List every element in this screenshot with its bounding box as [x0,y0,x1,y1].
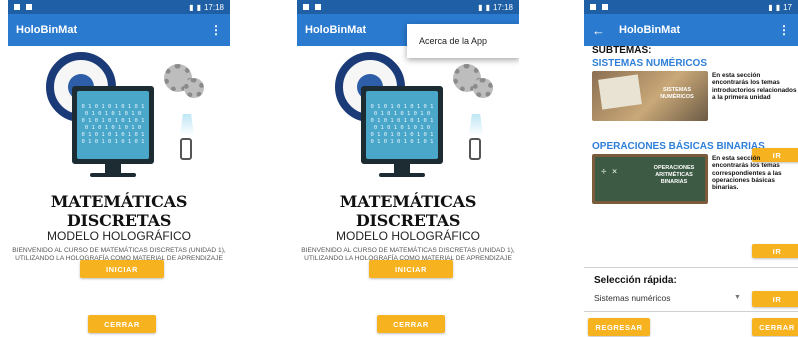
clock: 17 [783,2,792,12]
quick-select-title: Selección rápida: [594,275,677,286]
clock: 17:18 [203,2,224,12]
topic-card: SISTEMAS NUMÉRICOS En esta sección encon… [584,69,798,131]
battery-icon: ▮ [196,2,201,12]
paper-icon [598,74,642,110]
sub-heading: MODELO HOLOGRÁFICO [46,229,192,243]
app-title: HoloBinMat [619,24,681,36]
gear-icon [184,78,204,98]
battery-icon: ▮ [775,2,781,12]
chalkboard-icon: ÷ × [601,167,618,177]
signal-icon: ▮ [478,2,483,12]
app-bar: HoloBinMat ⋮ [8,14,230,46]
binary-line: 0 1 0 1 0 1 0 1 0 [84,111,142,117]
signal-icon: ▮ [189,2,194,12]
main-heading: MATEMÁTICAS DISCRETAS [50,192,188,230]
notification-icon [303,4,309,10]
binary-line: 0 1 0 1 0 1 0 1 0 [373,111,431,117]
monitor-stand [394,164,410,173]
status-bar: ▮ ▮ 17 [584,0,798,14]
signal-icon: ▮ [768,2,773,12]
binary-line: 0 1 0 1 0 1 0 1 0 1 [81,139,145,145]
topic-image: ÷ × OPERACIONES ARITMÉTICAS BINARIAS [592,154,708,204]
overflow-menu-icon[interactable]: ⋮ [210,23,222,37]
start-button[interactable]: INICIAR [369,260,453,278]
binary-line: 0 1 0 1 0 1 0 1 0 1 [370,104,434,110]
binary-line: 0 1 0 1 0 1 0 1 0 [84,125,142,131]
topic-card: ÷ × OPERACIONES ARITMÉTICAS BINARIAS En … [584,152,798,214]
binary-screen: 0 1 0 1 0 1 0 1 0 1 0 1 0 1 0 1 0 1 0 0 … [77,91,149,159]
status-bar: ▮ ▮ 17:18 [297,0,519,14]
close-button[interactable]: CERRAR [377,315,445,333]
close-button[interactable]: CERRAR [752,318,798,336]
hologram-beam [469,114,483,136]
notification-icon [26,4,32,10]
sub-heading: MODELO HOLOGRÁFICO [335,229,481,243]
binary-line: 0 1 0 1 0 1 0 1 0 1 [81,118,145,124]
back-button[interactable]: REGRESAR [588,318,650,336]
monitor-base [379,173,425,177]
status-bar: ▮ ▮ 17:18 [8,0,230,14]
overflow-menu: Acerca de la App [407,24,519,58]
gear-icon [473,78,493,98]
go-button[interactable]: IR [752,244,798,258]
topic-select[interactable]: Sistemas numéricos ▼ [594,293,744,303]
phone-icon [469,138,481,160]
topic-image: SISTEMAS NUMÉRICOS [592,71,708,121]
monitor-base [90,173,136,177]
notification-icon [602,4,608,10]
subtopics-heading: SUBTEMAS: [592,45,652,56]
divider [584,267,798,268]
topics-screen: ▮ ▮ 17 ← HoloBinMat ⋮ SUBTEMAS: SISTEMAS N… [584,0,798,337]
topic-description: En esta sección encontrarás los temas co… [712,155,782,192]
app-title: HoloBinMat [16,24,78,36]
home-screen: ▮ ▮ 17:18 HoloBinMat ⋮ 0 1 0 1 0 1 0 1 0 1… [8,0,230,337]
divider [584,311,798,312]
main-heading: MATEMÁTICAS DISCRETAS [339,192,477,230]
home-screen-menu-open: ▮ ▮ 17:18 HoloBinMat 0 1 0 1 0 1 0 1 0 1 0… [297,0,519,337]
battery-icon: ▮ [485,2,490,12]
monitor-stand [105,164,121,173]
quick-go-button[interactable]: IR [752,291,798,307]
app-logo: 0 1 0 1 0 1 0 1 0 1 0 1 0 1 0 1 0 1 0 0 … [8,46,230,191]
binary-line: 0 1 0 1 0 1 0 1 0 1 [370,139,434,145]
start-button[interactable]: INICIAR [80,260,164,278]
notification-icon [315,4,321,10]
binary-line: 0 1 0 1 0 1 0 1 0 1 [81,104,145,110]
about-menu-item[interactable]: Acerca de la App [419,36,519,46]
topic-description: En esta sección encontrarás los temas in… [712,72,797,101]
monitor-icon: 0 1 0 1 0 1 0 1 0 1 0 1 0 1 0 1 0 1 0 0 … [361,86,443,164]
hologram-beam [180,114,194,136]
binary-line: 0 1 0 1 0 1 0 1 0 1 [81,132,145,138]
dropdown-arrow-icon: ▼ [734,294,741,301]
topic-title: SISTEMAS NUMÉRICOS [592,58,708,69]
topic-image-label: OPERACIONES ARITMÉTICAS BINARIAS [653,165,695,185]
notification-icon [590,4,596,10]
binary-screen: 0 1 0 1 0 1 0 1 0 1 0 1 0 1 0 1 0 1 0 0 … [366,91,438,159]
topic-image-label: SISTEMAS NUMÉRICOS [660,87,694,100]
phone-icon [180,138,192,160]
topic-select-value: Sistemas numéricos [594,293,671,303]
app-logo: 0 1 0 1 0 1 0 1 0 1 0 1 0 1 0 1 0 1 0 0 … [297,46,519,191]
binary-line: 0 1 0 1 0 1 0 1 0 [373,125,431,131]
notification-icon [14,4,20,10]
app-bar: ← HoloBinMat ⋮ [584,14,798,46]
close-button[interactable]: CERRAR [88,315,156,333]
monitor-icon: 0 1 0 1 0 1 0 1 0 1 0 1 0 1 0 1 0 1 0 0 … [72,86,154,164]
binary-line: 0 1 0 1 0 1 0 1 0 1 [370,118,434,124]
binary-line: 0 1 0 1 0 1 0 1 0 1 [370,132,434,138]
overflow-menu-icon[interactable]: ⋮ [778,23,790,37]
back-arrow-icon[interactable]: ← [592,23,605,38]
clock: 17:18 [492,2,513,12]
